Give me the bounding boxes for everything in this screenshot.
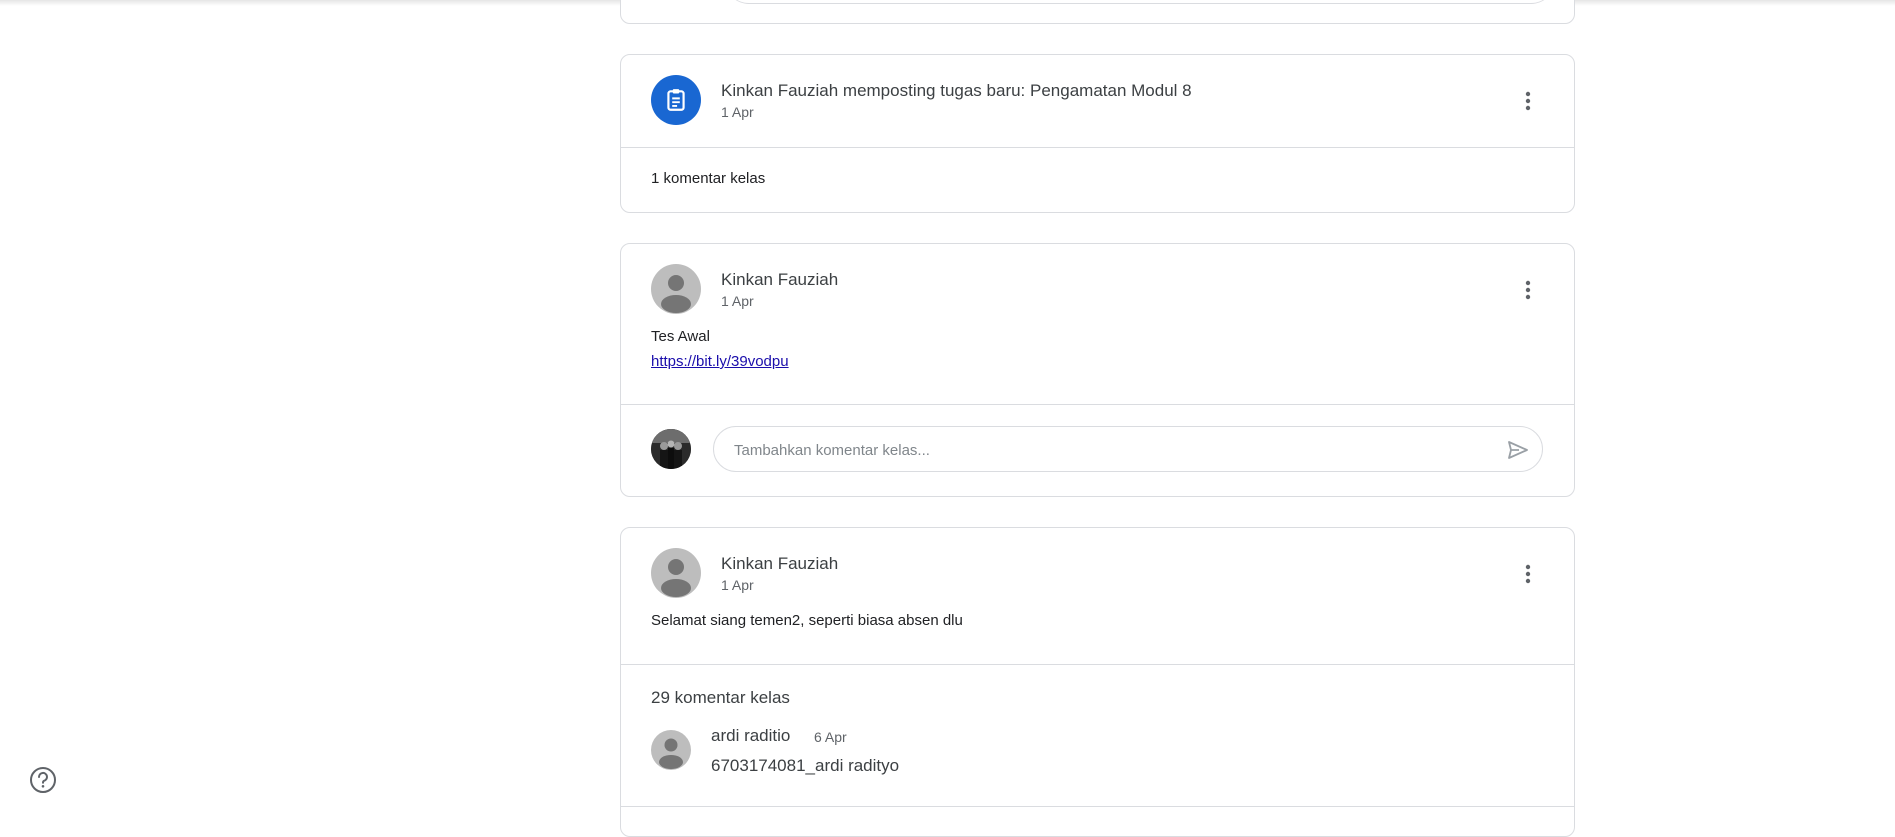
user-photo-icon [651,429,691,469]
comment-input[interactable] [732,427,1496,473]
announcement-post-card: Kinkan Fauziah 1 Apr Selamat siang temen… [620,527,1575,837]
post-body: Selamat siang temen2, seperti biasa abse… [651,612,963,629]
assignment-post-card[interactable]: Kinkan Fauziah memposting tugas baru: Pe… [620,54,1575,213]
post-header: Kinkan Fauziah 1 Apr [621,244,1574,336]
send-icon[interactable] [1506,438,1530,462]
person-icon [661,275,691,313]
commenter-avatar [651,730,691,770]
poster-name: Kinkan Fauziah [721,270,839,289]
more-vert-icon[interactable] [1516,89,1540,113]
post-header: Kinkan Fauziah memposting tugas baru: Pe… [621,55,1574,147]
announcement-post-card: Kinkan Fauziah 1 Apr Tes Awal https://bi… [620,243,1575,497]
class-comments-link[interactable]: 29 komentar kelas [651,688,790,708]
post-title[interactable]: Kinkan Fauziah memposting tugas baru: Pe… [721,81,1192,101]
divider [621,806,1574,807]
comment-item: ardi raditio 6 Apr 6703174081_ardi radit… [621,724,1574,794]
assignment-icon [651,75,701,125]
comment-text: 6703174081_ardi radityo [711,756,900,775]
more-vert-icon[interactable] [1516,278,1540,302]
avatar [651,264,701,314]
post-header: Kinkan Fauziah 1 Apr [621,528,1574,620]
help-icon[interactable] [28,765,58,795]
divider [621,147,1574,148]
post-date: 1 Apr [721,293,754,309]
previous-comment-input-edge [725,0,1555,4]
user-avatar [651,429,691,469]
person-icon [659,738,683,769]
more-vert-icon[interactable] [1516,562,1540,586]
comment-date: 6 Apr [814,729,847,745]
avatar [651,548,701,598]
post-link[interactable]: https://bit.ly/39vodpu [651,353,789,370]
poster-name: Kinkan Fauziah [721,554,839,573]
post-date: 1 Apr [721,104,754,120]
previous-post-card [620,0,1575,24]
comment-composer [621,404,1574,496]
post-date: 1 Apr [721,577,754,593]
post-body: Tes Awal [651,328,710,345]
divider [621,664,1574,665]
person-icon [661,559,691,597]
class-comments-link[interactable]: 1 komentar kelas [651,170,765,187]
comment-author: ardi raditio [711,726,791,745]
comment-input-wrapper [713,426,1543,473]
